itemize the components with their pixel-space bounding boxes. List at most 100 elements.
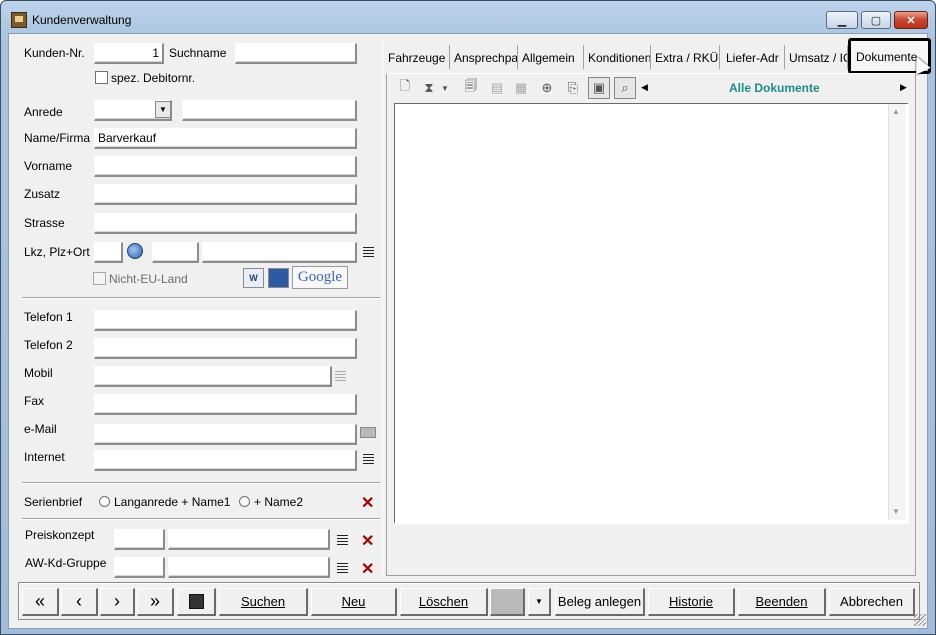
copy-document-icon[interactable]: 🗐: [460, 77, 482, 99]
list-icon[interactable]: [363, 247, 374, 257]
documents-filter-label: Alle Dokumente: [729, 81, 820, 95]
mail-icon[interactable]: [360, 427, 376, 438]
historie-button[interactable]: Historie: [648, 588, 735, 616]
tab-liefer-adr[interactable]: Liefer-Adr: [721, 45, 785, 69]
strasse-input[interactable]: [94, 213, 357, 234]
scroll-up-icon[interactable]: ▲: [892, 107, 900, 116]
internet-input[interactable]: [94, 450, 357, 471]
historie-label: Historie: [668, 594, 714, 609]
last-record-button[interactable]: »: [137, 588, 174, 616]
ort-input[interactable]: [202, 242, 357, 263]
telefon1-input[interactable]: [94, 310, 357, 331]
maximize-button[interactable]: ▢: [861, 11, 891, 29]
clear-icon[interactable]: ✕: [361, 562, 374, 578]
globe-icon[interactable]: [127, 243, 143, 259]
vertical-divider: [382, 40, 383, 576]
loeschen-button[interactable]: Löschen: [400, 588, 488, 616]
scroll-down-icon[interactable]: ▼: [892, 507, 900, 516]
list-view-icon[interactable]: ▤: [486, 77, 508, 99]
lkz-input[interactable]: [94, 242, 123, 263]
tab-fahrzeuge[interactable]: Fahrzeuge: [385, 45, 450, 69]
list-icon[interactable]: [337, 535, 348, 545]
arrow-left-icon[interactable]: ◀: [641, 82, 648, 93]
chevron-down-icon[interactable]: ▼: [438, 77, 452, 99]
word-document-icon[interactable]: W: [243, 268, 264, 288]
close-button[interactable]: ✕: [894, 11, 928, 29]
minimize-button[interactable]: ▁: [826, 11, 858, 29]
list-icon[interactable]: [337, 563, 348, 573]
telefon2-input[interactable]: [94, 338, 357, 359]
telefon2-label: Telefon 2: [24, 338, 73, 352]
document-list[interactable]: [394, 103, 909, 524]
neu-button[interactable]: Neu: [311, 588, 397, 616]
vertical-scrollbar[interactable]: ▲ ▼: [888, 104, 905, 520]
first-record-button[interactable]: «: [22, 588, 59, 616]
preiskonzept-name-input[interactable]: [168, 529, 330, 550]
awkd-code-input[interactable]: [114, 557, 165, 578]
clear-icon[interactable]: ✕: [361, 496, 374, 512]
zusatz-input[interactable]: [94, 184, 357, 205]
google-search-button[interactable]: Google: [292, 266, 348, 289]
email-input[interactable]: [94, 424, 357, 445]
list-icon[interactable]: [363, 454, 374, 464]
save-button[interactable]: [177, 588, 216, 616]
preview-icon[interactable]: ⌕: [614, 77, 636, 99]
email-label: e-Mail: [24, 422, 57, 436]
scan-icon[interactable]: ⎘: [562, 77, 584, 99]
list-icon[interactable]: [335, 371, 346, 381]
arrow-right-icon[interactable]: ▶: [900, 82, 907, 93]
previous-record-button[interactable]: ‹: [61, 588, 98, 616]
nicht-eu-checkbox[interactable]: [93, 272, 106, 285]
beenden-button[interactable]: Beenden: [738, 588, 826, 616]
filter-icon[interactable]: ⧗: [418, 77, 440, 99]
kunden-nr-label: Kunden-Nr.: [24, 46, 85, 60]
suchname-input[interactable]: [235, 43, 357, 64]
next-record-button[interactable]: ›: [100, 588, 135, 616]
grid-view-icon[interactable]: ▦: [510, 77, 532, 99]
strasse-label: Strasse: [24, 216, 65, 230]
vorname-input[interactable]: [94, 156, 357, 177]
name-firma-input[interactable]: Barverkauf: [94, 128, 357, 149]
radio-name2[interactable]: [239, 496, 250, 507]
image-icon[interactable]: ▣: [588, 77, 610, 99]
anrede-text-input[interactable]: [182, 100, 357, 121]
awkd-label: AW-Kd-Gruppe: [25, 556, 107, 570]
preiskonzept-label: Preiskonzept: [25, 528, 95, 542]
clear-icon[interactable]: ✕: [361, 534, 374, 550]
beleg-anlegen-button[interactable]: Beleg anlegen: [555, 588, 645, 616]
address-book-icon[interactable]: [268, 268, 289, 288]
abbrechen-button[interactable]: Abbrechen: [829, 588, 915, 616]
chevron-down-icon[interactable]: ▼: [155, 101, 171, 118]
plz-input[interactable]: [152, 242, 199, 263]
serienbrief-label: Serienbrief: [24, 495, 83, 509]
awkd-name-input[interactable]: [168, 557, 330, 578]
suchen-button[interactable]: Suchen: [219, 588, 308, 616]
divider: [22, 518, 380, 520]
tab-allgemein[interactable]: Allgemein: [519, 45, 584, 69]
kunden-nr-input[interactable]: 1: [94, 43, 164, 64]
new-document-icon[interactable]: 🗋: [394, 77, 416, 99]
tab-ansprechpartner[interactable]: Ansprechpa: [451, 45, 518, 69]
tab-konditionen[interactable]: Konditionen: [585, 45, 651, 69]
internet-label: Internet: [24, 450, 65, 464]
app-icon: [11, 12, 27, 28]
radio-langanrede[interactable]: [99, 496, 110, 507]
radio-name2-label: + Name2: [254, 495, 304, 509]
print-button[interactable]: [490, 588, 525, 616]
neu-label: Neu: [341, 594, 366, 609]
chevron-down-icon[interactable]: ▼: [528, 588, 551, 616]
mobil-input[interactable]: [94, 366, 332, 387]
telefon1-label: Telefon 1: [24, 310, 73, 324]
vorname-label: Vorname: [24, 159, 73, 173]
save-icon: [188, 594, 204, 609]
suchen-label: Suchen: [240, 594, 286, 609]
fax-input[interactable]: [94, 394, 357, 415]
loeschen-label: Löschen: [418, 594, 469, 609]
zoom-icon[interactable]: ⊕: [536, 77, 558, 99]
tab-umsatz[interactable]: Umsatz / IC: [786, 45, 848, 69]
tab-extra-rku[interactable]: Extra / RKÜ: [652, 45, 720, 69]
preiskonzept-code-input[interactable]: [114, 529, 165, 550]
window-title: Kundenverwaltung: [32, 13, 132, 27]
spez-debitor-checkbox[interactable]: [95, 71, 108, 84]
resize-grip-icon[interactable]: [914, 614, 926, 626]
